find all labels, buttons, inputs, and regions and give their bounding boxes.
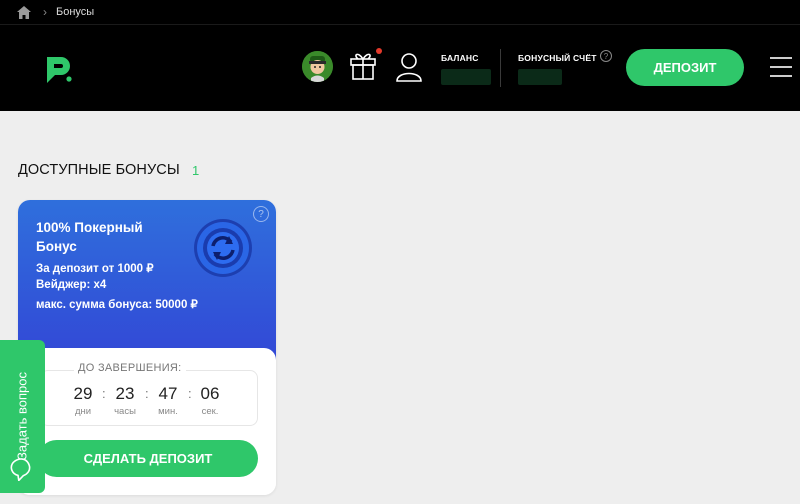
menu-icon[interactable] (770, 57, 792, 77)
timer-colon: : (145, 386, 149, 401)
header: БАЛАНС БОНУСНЫЙ СЧЁТ ? ДЕПОЗИТ (0, 24, 800, 111)
balance-label: БАЛАНС (441, 53, 479, 63)
timer-hours: 23 часы (110, 384, 140, 417)
refresh-chip-icon (194, 219, 252, 277)
notification-dot (376, 48, 382, 54)
deposit-button[interactable]: ДЕПОЗИТ (626, 49, 744, 86)
timer-value: 23 (115, 384, 135, 403)
timer-label: ДО ЗАВЕРШЕНИЯ: (74, 362, 186, 374)
timer-value: 06 (200, 384, 220, 403)
timer-seconds: 06 сек. (195, 384, 225, 417)
timer-unit: мин. (158, 406, 178, 417)
timer-value: 29 (73, 384, 93, 403)
bonus-title: 100% Покерный Бонус (36, 220, 143, 254)
user-icon[interactable] (396, 52, 422, 82)
timer-days: 29 дни (68, 384, 98, 417)
ask-question-tab[interactable]: Задать вопрос (0, 340, 45, 493)
timer-colon: : (102, 386, 106, 401)
page-title: ДОСТУПНЫЕ БОНУСЫ (18, 162, 180, 178)
chat-icon (10, 458, 31, 481)
bonus-account-value (518, 69, 562, 85)
divider (500, 49, 501, 87)
bonus-max: макс. сумма бонуса: 50000 ₽ (36, 299, 198, 311)
bonus-deposit-from: За депозит от 1000 ₽ (36, 263, 154, 275)
logo-icon[interactable] (44, 55, 74, 85)
bonus-account-label: БОНУСНЫЙ СЧЁТ (518, 53, 597, 63)
ask-question-label: Задать вопрос (14, 372, 30, 460)
timer-unit: сек. (201, 406, 219, 417)
breadcrumb: › Бонусы (0, 0, 800, 24)
gift-icon[interactable] (349, 50, 377, 81)
timer-unit: дни (74, 406, 92, 417)
home-icon[interactable] (17, 5, 31, 19)
breadcrumb-current: Бонусы (56, 6, 95, 18)
help-icon[interactable]: ? (253, 206, 269, 222)
make-deposit-button[interactable]: СДЕЛАТЬ ДЕПОЗИТ (38, 440, 258, 477)
balance-value (441, 69, 491, 85)
bonus-count: 1 (192, 163, 200, 178)
timer-minutes: 47 мин. (153, 384, 183, 417)
timer-value: 47 (158, 384, 178, 403)
timer-colon: : (188, 386, 192, 401)
chevron-right-icon: › (43, 5, 47, 19)
bonus-card-header: ? 100% Покерный Бонус За депозит от 1000… (18, 200, 276, 360)
timer-unit: часы (114, 406, 136, 417)
avatar[interactable] (302, 51, 333, 82)
bonus-card-body: ДО ЗАВЕРШЕНИЯ: 29 дни : 23 часы : 47 мин… (18, 348, 276, 495)
help-icon[interactable]: ? (600, 50, 612, 62)
bonus-card: ? 100% Покерный Бонус За депозит от 1000… (18, 200, 276, 495)
bonus-wager: Вейджер: х4 (36, 279, 107, 291)
